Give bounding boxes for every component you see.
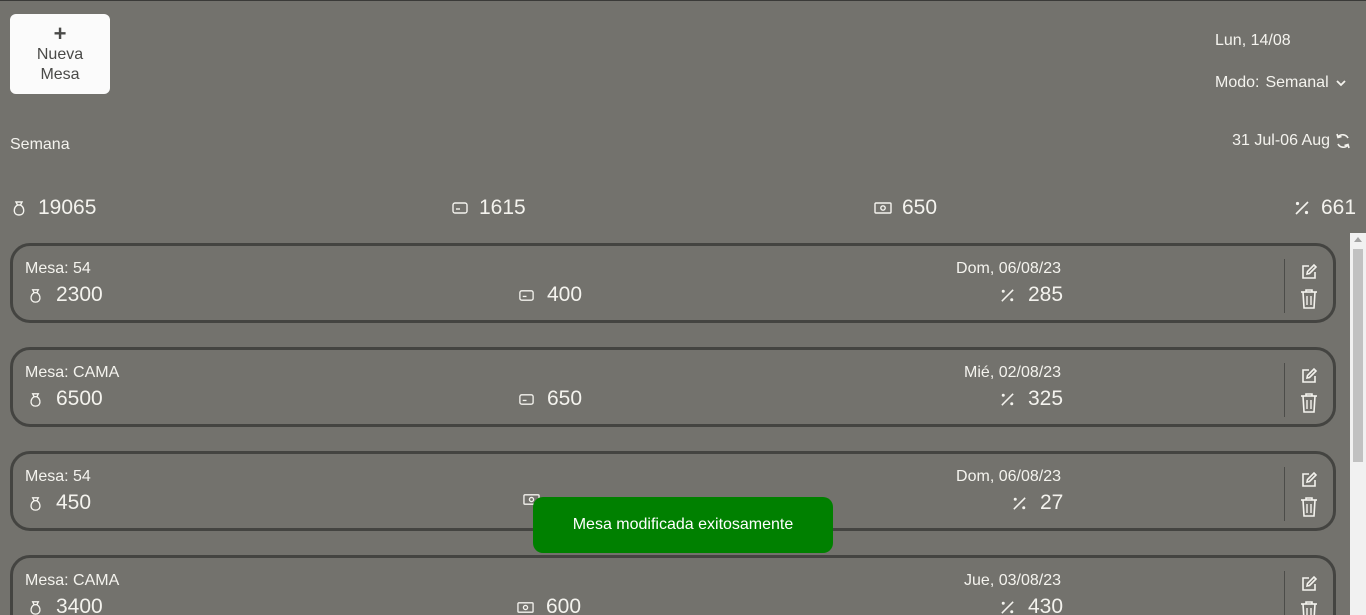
total-card-value: 1615 (479, 196, 526, 220)
mesa-percent: 27 (1011, 491, 1063, 515)
percent-icon (1011, 495, 1028, 512)
mesa-percent: 285 (999, 283, 1063, 307)
cash-icon (874, 199, 892, 217)
money-bag-icon (27, 287, 44, 304)
total-bag: 19065 (10, 196, 96, 220)
current-date: Lun, 14/08 (1215, 32, 1291, 50)
trash-icon[interactable] (1299, 392, 1319, 414)
divider (1284, 571, 1285, 615)
mesa-name: Mesa: 54 (25, 260, 91, 278)
mesa-amount: 2300 (27, 283, 103, 307)
mesa-amount-value: 3400 (56, 595, 103, 615)
scrollbar-thumb[interactable] (1353, 249, 1363, 462)
divider (1284, 467, 1285, 521)
mode-selector[interactable]: Modo: Semanal (1215, 74, 1347, 92)
mesa-amount-value: 2300 (56, 283, 103, 307)
credit-card-icon (451, 199, 469, 217)
total-bag-value: 19065 (38, 196, 96, 220)
mesa-name: Mesa: 54 (25, 468, 91, 486)
mesa-payment-value: 650 (547, 387, 582, 411)
mesa-amount-value: 450 (56, 491, 91, 515)
edit-icon[interactable] (1299, 470, 1319, 490)
week-label: Semana (10, 136, 70, 154)
mesa-date: Jue, 03/08/23 (964, 572, 1061, 590)
money-bag-icon (27, 495, 44, 512)
cash-icon (517, 599, 534, 615)
trash-icon[interactable] (1299, 600, 1319, 615)
mesa-percent-value: 285 (1028, 283, 1063, 307)
mesa-percent-value: 27 (1040, 491, 1063, 515)
mesa-payment: 400 (518, 283, 582, 307)
divider (1284, 259, 1285, 313)
chevron-down-icon (1335, 77, 1347, 89)
mode-value: Semanal (1265, 74, 1328, 92)
mode-label: Modo: (1215, 74, 1259, 92)
toast-message: Mesa modificada exitosamente (573, 516, 794, 534)
credit-card-icon (518, 391, 535, 408)
mesa-amount: 3400 (27, 595, 103, 615)
mesa-payment-value: 400 (547, 283, 582, 307)
total-cash-value: 650 (902, 196, 937, 220)
percent-icon (1293, 199, 1311, 217)
total-percent-value: 661 (1321, 196, 1356, 220)
mesa-card[interactable]: Mesa: CAMA Jue, 03/08/23 3400 600 430 (10, 555, 1336, 615)
money-bag-icon (10, 199, 28, 217)
refresh-icon[interactable] (1334, 132, 1352, 150)
mesa-card[interactable]: Mesa: 54 Dom, 06/08/23 2300 400 285 (10, 243, 1336, 323)
mesa-percent: 325 (999, 387, 1063, 411)
mesa-payment: 650 (518, 387, 582, 411)
new-mesa-button[interactable]: + Nueva Mesa (10, 14, 110, 94)
mesa-card[interactable]: Mesa: CAMA Mié, 02/08/23 6500 650 325 (10, 347, 1336, 427)
money-bag-icon (27, 599, 44, 615)
mesa-amount: 6500 (27, 387, 103, 411)
percent-icon (999, 287, 1016, 304)
total-percent: 661 (1293, 196, 1356, 220)
week-range-text: 31 Jul-06 Aug (1232, 132, 1330, 150)
mesa-date: Dom, 06/08/23 (956, 260, 1061, 278)
trash-icon[interactable] (1299, 496, 1319, 518)
edit-icon[interactable] (1299, 262, 1319, 282)
mesa-amount-value: 6500 (56, 387, 103, 411)
divider (1284, 363, 1285, 417)
mesa-date: Dom, 06/08/23 (956, 468, 1061, 486)
edit-icon[interactable] (1299, 574, 1319, 594)
credit-card-icon (518, 287, 535, 304)
new-mesa-label-line2: Mesa (40, 65, 79, 85)
success-toast: Mesa modificada exitosamente (533, 497, 833, 553)
week-range: 31 Jul-06 Aug (1232, 132, 1352, 150)
new-mesa-label-line1: Nueva (37, 45, 83, 65)
scrollbar[interactable] (1350, 233, 1366, 615)
mesa-date: Mié, 02/08/23 (964, 364, 1061, 382)
total-card: 1615 (451, 196, 526, 220)
percent-icon (999, 599, 1016, 615)
mesa-list[interactable]: Mesa: 54 Dom, 06/08/23 2300 400 285 Mesa… (0, 233, 1350, 615)
total-cash: 650 (874, 196, 937, 220)
mesa-percent-value: 325 (1028, 387, 1063, 411)
percent-icon (999, 391, 1016, 408)
mesa-name: Mesa: CAMA (25, 364, 119, 382)
edit-icon[interactable] (1299, 366, 1319, 386)
money-bag-icon (27, 391, 44, 408)
trash-icon[interactable] (1299, 288, 1319, 310)
mesa-payment-value: 600 (546, 595, 581, 615)
mesa-payment: 600 (517, 595, 581, 615)
mesa-percent-value: 430 (1028, 595, 1063, 615)
mesa-name: Mesa: CAMA (25, 572, 119, 590)
scroll-up-arrow-icon[interactable] (1354, 237, 1362, 242)
plus-icon: + (54, 25, 67, 43)
mesa-percent: 430 (999, 595, 1063, 615)
mesa-amount: 450 (27, 491, 91, 515)
